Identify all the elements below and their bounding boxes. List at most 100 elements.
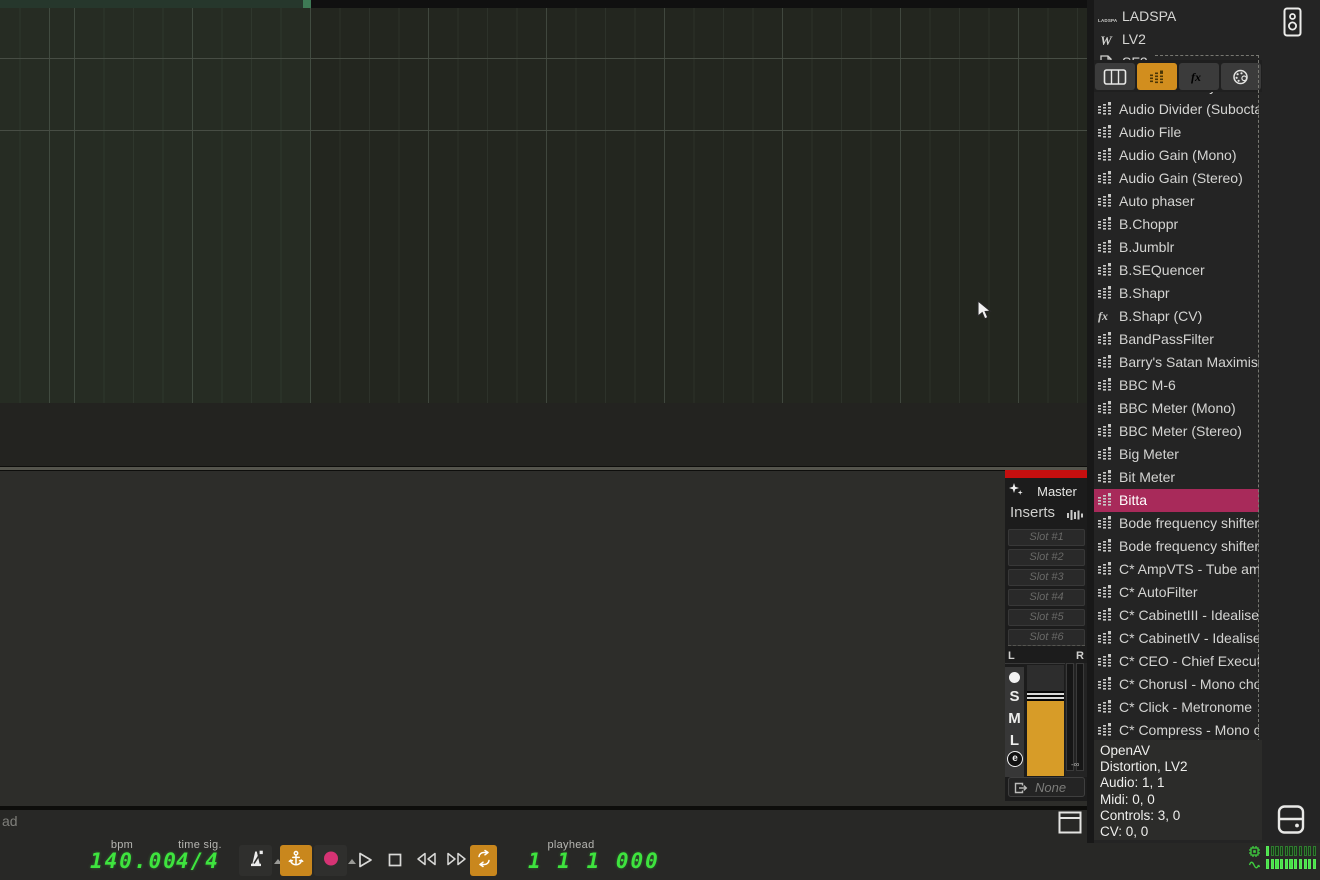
plugin-list-item[interactable]: B.Shapr [1094, 282, 1259, 305]
fader-handle[interactable] [1027, 691, 1064, 701]
plugin-name: BBC Meter (Mono) [1119, 400, 1236, 416]
plugin-list[interactable]: Artificial latency Audio Divider (Suboct… [1094, 75, 1259, 742]
plugin-list-item[interactable]: C* AmpVTS - Tube amp [1094, 558, 1259, 581]
stop-button[interactable] [386, 851, 404, 874]
svg-text:fx: fx [1191, 70, 1201, 84]
mute-button[interactable]: M [1005, 710, 1024, 727]
insert-slot[interactable]: Slot #3 [1008, 569, 1085, 586]
partial-text: ad [2, 813, 18, 829]
browser-tab[interactable] [1095, 63, 1135, 90]
direct-out-value: None [1035, 780, 1066, 795]
plugin-list-item[interactable]: BBC M-6 [1094, 374, 1259, 397]
plugin-list-item[interactable]: BBC Meter (Mono) [1094, 397, 1259, 420]
fast-forward-button[interactable] [444, 851, 469, 872]
direct-out-icon [1014, 781, 1028, 800]
svg-text:fx: fx [1098, 309, 1108, 323]
slot-drop-area[interactable] [1008, 645, 1085, 646]
listen-button[interactable]: L [1005, 732, 1024, 749]
browser-tab-bar: fx [1094, 60, 1262, 92]
levels-icon [1098, 401, 1112, 419]
metronome-button[interactable] [239, 845, 272, 876]
plugin-name: C* CabinetIII - Idealised [1119, 607, 1259, 623]
plugin-list-item[interactable]: Big Meter [1094, 443, 1259, 466]
plugin-browser-panel: LADSPA LADSPA W LV2 SF2 Artificial laten… [1087, 0, 1320, 843]
plugin-name: BBC M-6 [1119, 377, 1176, 393]
plugin-list-item[interactable]: Audio Gain (Mono) [1094, 144, 1259, 167]
play-button[interactable] [356, 851, 375, 874]
plugin-list-item[interactable]: Bode frequency shifter [1094, 512, 1259, 535]
plugin-name: C* AutoFilter [1119, 584, 1198, 600]
playhead-display[interactable]: 1 1 1 000 [528, 849, 660, 873]
window-icon[interactable] [1058, 811, 1083, 840]
solo-button[interactable]: S [1005, 688, 1024, 705]
master-channel-strip[interactable]: Master Inserts Slot #1Slot #2Slot #3Slot… [1005, 471, 1088, 801]
levels-icon [1098, 332, 1112, 350]
channel-name[interactable]: Master [1031, 484, 1083, 499]
plugin-list-item[interactable]: Audio File [1094, 121, 1259, 144]
protocol-list-item[interactable]: LADSPA LADSPA [1094, 5, 1262, 28]
plugin-list-item[interactable]: B.Jumblr [1094, 236, 1259, 259]
plugin-name: Bitta [1119, 492, 1147, 508]
panel-resize-handle[interactable] [1087, 0, 1094, 843]
browser-tab[interactable] [1221, 63, 1261, 90]
plugin-list-item[interactable]: Auto phaser [1094, 190, 1259, 213]
track-lane-divider [0, 130, 1087, 131]
meter-segment [1308, 859, 1311, 869]
plugin-list-item[interactable]: C* AutoFilter [1094, 581, 1259, 604]
plugin-list-item[interactable]: Audio Gain (Stereo) [1094, 167, 1259, 190]
plugin-list-item[interactable]: BBC Meter (Stereo) [1094, 420, 1259, 443]
record-dropdown-caret[interactable] [348, 859, 356, 864]
plugin-list-item[interactable]: C* CEO - Chief Executive [1094, 650, 1259, 673]
plugin-list-item[interactable]: Bode frequency shifter ( [1094, 535, 1259, 558]
loop-button[interactable] [470, 845, 497, 876]
arranger-left-region [0, 8, 311, 403]
meter-segment [1266, 859, 1269, 869]
meter-segment [1280, 846, 1283, 856]
plugin-name: Bit Meter [1119, 469, 1175, 485]
insert-slot[interactable]: Slot #6 [1008, 629, 1085, 646]
expand-button[interactable]: e [1007, 751, 1023, 767]
plugin-info-box: OpenAVDistortion, LV2Audio: 1, 1Midi: 0,… [1094, 740, 1262, 840]
plugin-list-item[interactable]: C* Compress - Mono co [1094, 719, 1259, 742]
plugin-info-line: Audio: 1, 1 [1100, 775, 1262, 791]
direct-out-button[interactable]: None [1008, 777, 1085, 797]
plugin-name: C* Click - Metronome [1119, 699, 1252, 715]
insert-slot[interactable]: Slot #2 [1008, 549, 1085, 566]
plugin-list-item[interactable]: BandPassFilter [1094, 328, 1259, 351]
plugin-list-item[interactable]: C* ChorusI - Mono chor [1094, 673, 1259, 696]
levels-icon [1098, 102, 1112, 120]
levels-icon [1098, 171, 1112, 189]
plugin-list-item[interactable]: fx B.Shapr (CV) [1094, 305, 1259, 328]
insert-slot[interactable]: Slot #5 [1008, 609, 1085, 626]
levels-icon [1098, 263, 1112, 281]
bpm-display[interactable]: 140.00 [90, 849, 178, 873]
plugin-list-item[interactable]: Barry's Satan Maximiser [1094, 351, 1259, 374]
levels-icon [1098, 217, 1112, 235]
plugin-list-item[interactable]: Bitta [1094, 489, 1259, 512]
rewind-button[interactable] [414, 851, 439, 872]
insert-slot[interactable]: Slot #1 [1008, 529, 1085, 546]
record-arm-button[interactable] [1009, 672, 1020, 683]
volume-fader[interactable] [1027, 665, 1064, 776]
plugin-name: C* AmpVTS - Tube amp [1119, 561, 1259, 577]
plugin-list-item[interactable]: C* CabinetIII - Idealised [1094, 604, 1259, 627]
plugin-list-item[interactable]: Audio Divider (Suboctave [1094, 98, 1259, 121]
browser-tab[interactable] [1137, 63, 1177, 90]
meter-right-label: R [1076, 650, 1084, 662]
levels-icon [1098, 470, 1112, 488]
plugin-list-item[interactable]: B.Choppr [1094, 213, 1259, 236]
plugin-list-item[interactable]: C* CabinetIV - Idealised [1094, 627, 1259, 650]
protocol-name: LADSPA [1122, 8, 1176, 24]
plugin-list-item[interactable]: C* Click - Metronome [1094, 696, 1259, 719]
plugin-list-item[interactable]: B.SEQuencer [1094, 259, 1259, 282]
plugin-list-item[interactable]: Bit Meter [1094, 466, 1259, 489]
record-button[interactable] [314, 845, 347, 876]
browser-tab[interactable]: fx [1179, 63, 1219, 90]
timesig-display[interactable]: 4/4 [176, 849, 220, 873]
meter-segment [1275, 846, 1278, 856]
timeline-arranger[interactable] [0, 0, 1087, 403]
levels-icon [1067, 508, 1084, 526]
snap-anchor-button[interactable] [280, 845, 312, 876]
protocol-list-item[interactable]: W LV2 [1094, 28, 1262, 51]
insert-slot[interactable]: Slot #4 [1008, 589, 1085, 606]
